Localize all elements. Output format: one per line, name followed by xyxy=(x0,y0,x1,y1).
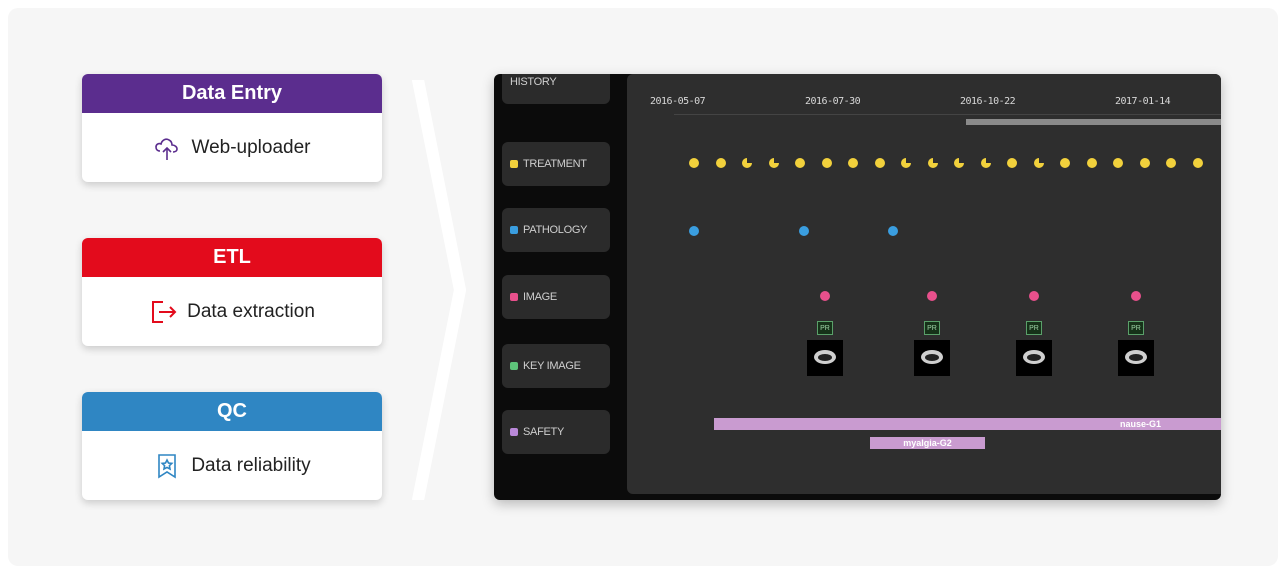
pr-tag: PR xyxy=(1128,321,1144,335)
treatment-event[interactable] xyxy=(795,158,805,168)
treatment-event[interactable] xyxy=(1086,158,1097,168)
pathology-event[interactable] xyxy=(689,226,699,236)
cloud-upload-icon xyxy=(155,137,179,160)
web-uploader-label: Web-uploader xyxy=(191,136,311,158)
treatment-event[interactable] xyxy=(742,158,752,168)
pr-tag: PR xyxy=(924,321,940,335)
treatment-event[interactable] xyxy=(821,158,832,168)
lane-pathology[interactable]: PATHOLOGY xyxy=(502,208,610,252)
date-tick: 2016-05-07 xyxy=(650,96,706,107)
treatment-event[interactable] xyxy=(1139,158,1150,168)
treatment-event[interactable] xyxy=(715,158,726,168)
lane-image-label: IMAGE xyxy=(523,291,557,303)
shield-icon xyxy=(510,428,518,436)
safety-event-label: myalgia-G2 xyxy=(903,438,952,448)
treatment-event[interactable] xyxy=(768,158,779,168)
key-icon xyxy=(510,362,518,370)
pathology-event[interactable] xyxy=(799,226,809,236)
qc-title: QC xyxy=(82,392,382,431)
data-reliability-row: Data reliability xyxy=(82,431,382,500)
lane-history-label: HISTORY xyxy=(510,76,557,88)
web-uploader-row: Web-uploader xyxy=(82,113,382,182)
pr-tag: PR xyxy=(1026,321,1042,335)
ct-thumbnail[interactable] xyxy=(1016,340,1052,376)
timeline-screenshot: HISTORY TREATMENT PATHOLOGY IMAGE KEY IM… xyxy=(494,74,1221,500)
lane-pathology-label: PATHOLOGY xyxy=(523,224,588,236)
treatment-event[interactable] xyxy=(848,158,858,168)
data-entry-card: Data Entry Web-uploader xyxy=(82,74,382,182)
data-extraction-label: Data extraction xyxy=(187,300,315,322)
treatment-event[interactable] xyxy=(954,158,964,168)
lane-safety-label: SAFETY xyxy=(523,426,564,438)
treatment-event[interactable] xyxy=(1033,158,1044,168)
lane-key-image-label: KEY IMAGE xyxy=(523,360,581,372)
treatment-event[interactable] xyxy=(927,158,938,168)
treatment-event[interactable] xyxy=(1007,158,1017,168)
safety-event-bar[interactable]: myalgia-G2 xyxy=(870,437,985,449)
lane-treatment-label: TREATMENT xyxy=(523,158,587,170)
treatment-event[interactable] xyxy=(1192,158,1203,168)
date-tick: 2016-10-22 xyxy=(960,96,1016,107)
data-entry-title: Data Entry xyxy=(82,74,382,113)
etl-title: ETL xyxy=(82,238,382,277)
exit-arrow-icon xyxy=(152,300,177,323)
treatment-event[interactable] xyxy=(1166,158,1176,168)
image-event[interactable] xyxy=(1131,291,1141,301)
qc-card: QC Data reliability xyxy=(82,392,382,500)
chevron-right-icon xyxy=(412,80,467,500)
treatment-event[interactable] xyxy=(689,158,699,168)
treatment-event[interactable] xyxy=(1060,158,1070,168)
badge-star-icon xyxy=(158,453,177,478)
lane-image[interactable]: IMAGE xyxy=(502,275,610,319)
lane-treatment[interactable]: TREATMENT xyxy=(502,142,610,186)
flask-icon xyxy=(510,226,518,234)
date-tick: 2017-01-14 xyxy=(1115,96,1171,107)
image-icon xyxy=(510,293,518,301)
date-tick: 2016-07-30 xyxy=(805,96,861,107)
safety-event-label: nause-G1 xyxy=(1119,419,1161,429)
timeline-axis xyxy=(674,114,1221,115)
treatment-event[interactable] xyxy=(901,158,911,168)
data-reliability-label: Data reliability xyxy=(191,454,311,476)
timeline-area xyxy=(627,74,1221,494)
data-extraction-row: Data extraction xyxy=(82,277,382,346)
range-scrollbar[interactable] xyxy=(966,119,1221,125)
treatment-event[interactable] xyxy=(1113,158,1123,168)
lane-key-image[interactable]: KEY IMAGE xyxy=(502,344,610,388)
ct-thumbnail[interactable] xyxy=(807,340,843,376)
image-event[interactable] xyxy=(820,291,830,301)
treatment-event[interactable] xyxy=(874,158,885,168)
lane-history[interactable]: HISTORY xyxy=(502,74,610,104)
image-event[interactable] xyxy=(1029,291,1039,301)
pencil-icon xyxy=(510,160,518,168)
etl-card: ETL Data extraction xyxy=(82,238,382,346)
safety-event-bar[interactable]: nause-G1 xyxy=(714,418,1221,430)
ct-thumbnail[interactable] xyxy=(1118,340,1154,376)
lane-safety[interactable]: SAFETY xyxy=(502,410,610,454)
pr-tag: PR xyxy=(817,321,833,335)
image-event[interactable] xyxy=(927,291,937,301)
treatment-event[interactable] xyxy=(980,158,991,168)
pathology-event[interactable] xyxy=(888,226,898,236)
ct-thumbnail[interactable] xyxy=(914,340,950,376)
